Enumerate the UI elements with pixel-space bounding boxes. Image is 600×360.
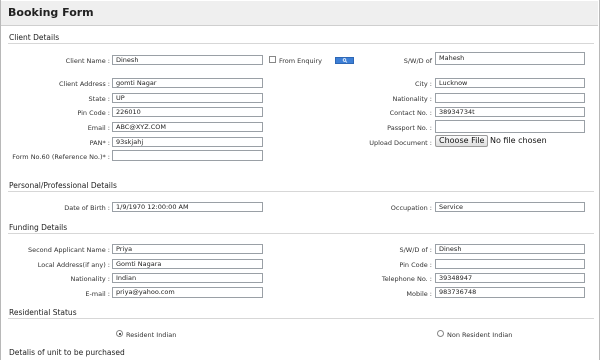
passport-no-label: Passport No. : [387,124,432,132]
form60-label: Form No.60 (Reference No.)* : [12,153,110,161]
section-divider [8,233,594,234]
mobile-input[interactable]: 983736748 [435,287,585,298]
client-name-label: Client Name : [65,57,110,65]
section-divider [8,318,594,319]
page-title: Booking Form [8,6,94,19]
second-applicant-input[interactable]: Priya [112,244,263,254]
occupation-input[interactable]: Service [435,202,585,212]
contact-no-input[interactable]: 38934734t [435,107,585,117]
funding-email-label: E-mail : [85,290,110,298]
choose-file-button[interactable]: Choose File [435,135,489,147]
city-label: City : [415,80,432,88]
funding-swd-label: S/W/D of : [399,246,432,254]
mobile-label: Mobile : [406,290,432,298]
client-address-input[interactable]: gomti Nagar [112,78,263,88]
funding-nationality-label: Nationality : [70,275,110,283]
resident-indian-radio[interactable] [116,330,123,337]
from-enquiry-label: From Enquiry [279,57,322,65]
section-divider [8,43,594,44]
email-label: Email : [87,124,110,132]
section-divider [8,191,594,192]
nationality-label: Nationality : [392,95,432,103]
email-input[interactable]: ABC@XYZ.COM [112,122,263,132]
search-icon [342,58,347,63]
file-status-text: No file chosen [490,136,547,145]
section-title-residential-status: Residential Status [9,308,77,317]
section-title-personal-details: Personal/Professional Details [9,181,117,190]
passport-no-input[interactable] [435,120,585,133]
second-applicant-label: Second Applicant Name : [27,246,110,254]
occupation-label: Occupation : [390,204,432,212]
client-address-label: Client Address : [58,80,110,88]
title-bar: Booking Form [1,1,598,26]
from-enquiry-checkbox[interactable] [269,56,276,63]
contact-no-label: Contact No. : [389,109,432,117]
funding-email-input[interactable]: priya@yahoo.com [112,287,263,298]
dob-label: Date of Birth : [64,204,110,212]
section-title-client-details: Client Details [9,33,60,42]
pin-code-label: Pin Code : [77,109,110,117]
upload-document-label: Upload Document : [369,139,432,147]
non-resident-indian-radio[interactable] [437,330,444,337]
pan-label: PAN* : [89,139,110,147]
local-address-input[interactable]: Gomti Nagara [112,259,263,269]
telephone-input[interactable]: 39348947 [435,273,585,283]
form60-input[interactable] [112,150,263,161]
telephone-label: Telephone No. : [381,275,432,283]
state-input[interactable]: UP [112,93,263,103]
nationality-input[interactable] [435,93,585,103]
swd-input[interactable]: Mahesh [435,52,585,65]
pan-input[interactable]: 93skjahj [112,137,263,147]
swd-label: S/W/D of [403,57,432,65]
client-name-input[interactable]: Dinesh [112,55,263,65]
non-resident-indian-label: Non Resident Indian [447,331,513,339]
local-address-label: Local Address(if any) : [37,261,110,269]
city-input[interactable]: Lucknow [435,78,585,88]
section-title-unit-details: Detalis of unit to be purchased [9,348,125,357]
dob-input[interactable]: 1/9/1970 12:00:00 AM [112,202,263,212]
funding-swd-input[interactable]: Dinesh [435,244,585,254]
pin-code-input[interactable]: 226010 [112,107,263,117]
resident-indian-label: Resident Indian [126,331,177,339]
funding-pin-code-label: Pin Code : [399,261,432,269]
search-button[interactable] [335,57,354,64]
funding-nationality-input[interactable]: Indian [112,273,263,283]
state-label: State : [88,95,110,103]
funding-pin-code-input[interactable] [435,259,585,269]
section-title-funding-details: Funding Details [9,223,68,232]
